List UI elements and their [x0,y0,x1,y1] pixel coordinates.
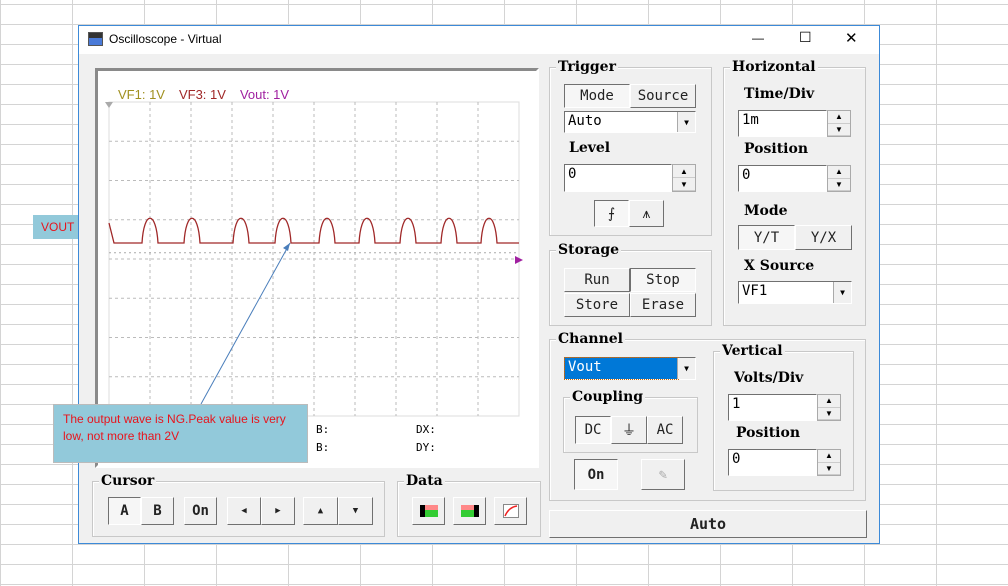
channel-label-vf3: VF3: 1V [178,87,226,102]
trigger-marker-icon [105,102,113,108]
storage-group: Storage Run Stop Store Erase [549,242,712,326]
gnd-coupling-button[interactable]: ⏚ [611,416,647,444]
readout-b2: B: [316,441,330,454]
readout-dx: DX: [416,423,436,436]
readout-dy: DY: [416,441,436,454]
rising-edge-button[interactable]: ⨍ [594,200,629,227]
h-position-input[interactable]: 0 [738,165,827,192]
h-position-spinner[interactable]: ▲ ▼ [827,165,851,192]
yt-mode-button[interactable]: Y/T [738,225,795,250]
volts-div-spinner[interactable]: ▲ ▼ [817,394,841,421]
cursor-group: Cursor A B On ◀ ▶ ▲ ▼ [92,473,385,537]
cursor-on-button[interactable]: On [184,497,217,525]
dc-coupling-button[interactable]: DC [575,416,611,444]
cursor-title: Cursor [99,473,157,489]
run-button[interactable]: Run [564,268,630,292]
coupling-group: Coupling DC ⏚ AC [563,389,698,453]
export-icon [460,505,479,517]
cursor-a-button[interactable]: A [108,497,141,525]
x-source-value: VF1 [742,283,768,299]
coupling-title: Coupling [570,389,646,405]
v-position-label: Position [736,425,800,441]
stop-button[interactable]: Stop [630,268,696,292]
auto-button[interactable]: Auto [549,510,867,538]
cursor-b-button[interactable]: B [141,497,174,525]
cursor-left-button[interactable]: ◀ [227,497,261,525]
trigger-mode-tab[interactable]: Mode [564,84,630,108]
export-data-button[interactable] [453,497,486,525]
channel-group: Channel Vout ▼ Coupling DC ⏚ AC On ✎ Vert… [549,331,866,501]
ac-coupling-button[interactable]: AC [647,416,683,444]
trigger-source-tab[interactable]: Source [630,84,696,108]
volts-div-label: Volts/Div [734,370,804,386]
trigger-title: Trigger [556,59,618,75]
time-div-input[interactable]: 1m [738,110,827,137]
window-title: Oscilloscope - Virtual [109,32,222,46]
trigger-level-spinner[interactable]: ▲ ▼ [672,164,696,192]
trigger-mode-value: Auto [568,113,602,129]
close-button[interactable]: ✕ [845,29,858,47]
minimize-button[interactable]: — [752,31,764,45]
vertical-title: Vertical [720,343,785,359]
horizontal-group: Horizontal Time/Div 1m ▲ ▼ Position 0 ▲ ▼ … [723,59,866,326]
erase-button[interactable]: Erase [630,293,696,317]
probe-button[interactable]: ✎ [641,459,685,490]
channel-select[interactable]: Vout ▼ [564,357,696,380]
import-data-button[interactable] [412,497,445,525]
storage-title: Storage [556,242,622,258]
oscilloscope-window: Oscilloscope - Virtual — ☐ ✕ VF1: 1V VF3… [78,25,880,544]
store-button[interactable]: Store [564,293,630,317]
cursor-right-button[interactable]: ▶ [261,497,295,525]
horizontal-title: Horizontal [730,59,818,75]
yx-mode-button[interactable]: Y/X [795,225,852,250]
volts-div-input[interactable]: 1 [728,394,817,421]
display-mode-label: Mode [744,203,788,219]
cursor-down-button[interactable]: ▼ [338,497,373,525]
callout-note: The output wave is NG.Peak value is very… [53,404,308,463]
v-position-input[interactable]: 0 [728,449,817,476]
import-icon [419,505,438,517]
curve-button[interactable] [494,497,527,525]
x-source-select[interactable]: VF1 ▼ [738,281,852,304]
time-div-label: Time/Div [744,86,815,102]
x-source-label: X Source [744,258,815,274]
channel-on-button[interactable]: On [574,459,618,490]
app-icon [88,32,103,46]
chevron-down-icon[interactable]: ▼ [833,282,851,303]
maximize-button[interactable]: ☐ [799,29,812,46]
trigger-mode-select[interactable]: Auto ▼ [564,111,696,133]
readout-b1: B: [316,423,330,436]
channel-label-vout: Vout: 1V [239,87,290,102]
cursor-up-button[interactable]: ▲ [303,497,338,525]
channel-label-vf1: VF1: 1V [118,87,165,102]
channel-title: Channel [556,331,625,347]
chevron-down-icon[interactable]: ▼ [677,358,695,379]
data-group: Data [397,473,541,537]
vertical-group: Vertical Volts/Div 1 ▲ ▼ Position 0 ▲ ▼ [713,343,854,491]
trigger-group: Trigger Mode Source Auto ▼ Level 0 ▲ ▼ ⨍ ⩚ [549,59,712,236]
level-label: Level [569,140,611,156]
falling-edge-button[interactable]: ⩚ [629,200,664,227]
time-div-spinner[interactable]: ▲ ▼ [827,110,851,137]
probe-icon: ✎ [658,466,668,483]
data-title: Data [404,473,445,489]
trigger-level-input[interactable]: 0 [564,164,672,192]
channel-selected-value: Vout [564,357,679,380]
curve-icon [502,504,519,518]
title-bar: Oscilloscope - Virtual — ☐ ✕ [79,26,879,54]
v-position-spinner[interactable]: ▲ ▼ [817,449,841,476]
h-position-label: Position [744,141,808,157]
chevron-down-icon[interactable]: ▼ [677,112,695,132]
